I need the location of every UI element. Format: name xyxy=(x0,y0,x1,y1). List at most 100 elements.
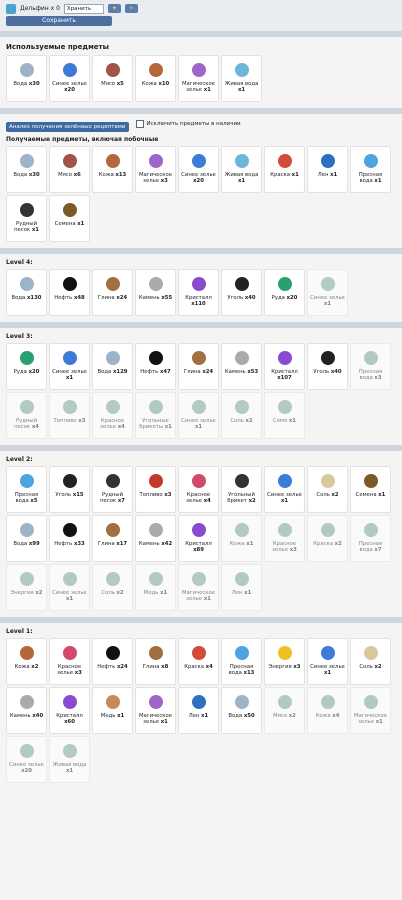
checkbox-box[interactable] xyxy=(136,120,145,128)
item-card[interactable]: Пресная вода x7 xyxy=(350,515,391,562)
item-card[interactable]: Глина x17 xyxy=(92,515,133,562)
item-label: Нефть x24 xyxy=(96,664,128,670)
item-icon xyxy=(363,523,378,537)
item-card[interactable]: Живая вода x1 xyxy=(49,736,90,783)
item-qty: x1 xyxy=(160,590,168,596)
item-card[interactable]: Пресная вода x5 xyxy=(6,466,47,513)
item-card[interactable]: Пресная вода x3 xyxy=(350,343,391,390)
item-card[interactable]: Рудный песок x7 xyxy=(92,466,133,513)
item-card[interactable]: Соль x2 xyxy=(307,466,348,513)
item-card[interactable]: Лен x1 xyxy=(178,687,219,734)
item-card[interactable]: Синее зелье x20 xyxy=(178,146,219,193)
item-card[interactable]: Рудный песок x1 xyxy=(6,195,47,242)
item-card[interactable]: Мясо x2 xyxy=(264,687,305,734)
item-card[interactable]: Топливо x3 xyxy=(49,392,90,439)
item-card[interactable]: Глина x8 xyxy=(135,638,176,685)
item-card[interactable]: Вода x129 xyxy=(92,343,133,390)
item-card[interactable]: Кристалл x110 xyxy=(178,269,219,316)
item-card[interactable]: Нефть x48 xyxy=(49,269,90,316)
item-card[interactable]: Медь x1 xyxy=(92,687,133,734)
item-label: Угольные брикеты x1 xyxy=(136,418,175,430)
item-card[interactable]: Синее зелье x20 xyxy=(6,736,47,783)
item-card[interactable]: Красное зелье x4 xyxy=(92,392,133,439)
item-card[interactable]: Энергия x3 xyxy=(264,638,305,685)
item-card[interactable]: Магическое зелье x3 xyxy=(135,146,176,193)
item-card[interactable]: Уголь x40 xyxy=(221,269,262,316)
item-card[interactable]: Лен x1 xyxy=(221,564,262,611)
item-card[interactable]: Синее зелье x1 xyxy=(307,638,348,685)
item-card[interactable]: Кристалл x89 xyxy=(178,515,219,562)
item-card[interactable]: Пресная вода x1 xyxy=(350,146,391,193)
item-card[interactable]: Кристалл x60 xyxy=(49,687,90,734)
item-card[interactable]: Уголь x40 xyxy=(307,343,348,390)
item-icon xyxy=(363,646,378,660)
item-card[interactable]: Мясо x5 xyxy=(92,55,133,102)
item-card[interactable]: Соль x2 xyxy=(350,638,391,685)
item-card[interactable]: Медь x1 xyxy=(135,564,176,611)
item-card[interactable]: Нефть x33 xyxy=(49,515,90,562)
item-card[interactable]: Вода x30 xyxy=(6,55,47,102)
item-card[interactable]: Камень x53 xyxy=(221,343,262,390)
item-card[interactable]: Кристалл x107 xyxy=(264,343,305,390)
item-card[interactable]: Камень x40 xyxy=(6,687,47,734)
item-card[interactable]: Угольные брикеты x1 xyxy=(135,392,176,439)
key-icon[interactable]: ✧ xyxy=(124,4,138,13)
item-card[interactable]: Синее зелье x1 xyxy=(178,392,219,439)
item-card[interactable]: Краска x2 xyxy=(307,515,348,562)
item-name: Топливо xyxy=(139,492,163,498)
item-card[interactable]: Глина x24 xyxy=(92,269,133,316)
item-card[interactable]: Кожа x13 xyxy=(92,146,133,193)
item-card[interactable]: Живая вода x1 xyxy=(221,146,262,193)
item-card[interactable]: Вода x130 xyxy=(6,269,47,316)
analysis-button[interactable]: Анализ получения зелёнаых рецептами xyxy=(6,122,129,132)
item-card[interactable]: Нефть x47 xyxy=(135,343,176,390)
item-card[interactable]: Мясо x6 xyxy=(49,146,90,193)
item-card[interactable]: Пресная вода x13 xyxy=(221,638,262,685)
item-card[interactable]: Красное зелье x3 xyxy=(264,515,305,562)
item-card[interactable]: Кожа x4 xyxy=(307,687,348,734)
item-card[interactable]: Камень x55 xyxy=(135,269,176,316)
item-card[interactable]: Магическое зелье x1 xyxy=(135,687,176,734)
item-card[interactable]: Камень x42 xyxy=(135,515,176,562)
item-card[interactable]: Семя x1 xyxy=(264,392,305,439)
item-card[interactable]: Кожа x1 xyxy=(221,515,262,562)
item-card[interactable]: Вода x99 xyxy=(6,515,47,562)
item-card[interactable]: Вода x30 xyxy=(6,146,47,193)
item-card[interactable]: Синее зелье x1 xyxy=(49,564,90,611)
item-card[interactable]: Живая вода x1 xyxy=(221,55,262,102)
item-name: Мясо xyxy=(58,172,73,178)
item-qty: x3 xyxy=(374,375,382,381)
item-card[interactable]: Синее зелье x1 xyxy=(307,269,348,316)
item-card[interactable]: Топливо x3 xyxy=(135,466,176,513)
item-card[interactable]: Синее зелье x1 xyxy=(264,466,305,513)
item-card[interactable]: Синее зелье x20 xyxy=(49,55,90,102)
item-card[interactable]: Уголь x15 xyxy=(49,466,90,513)
item-card[interactable]: Вода x50 xyxy=(221,687,262,734)
item-card[interactable]: Угольный брикет x2 xyxy=(221,466,262,513)
item-card[interactable]: Семена x1 xyxy=(350,466,391,513)
item-card[interactable]: Лен x1 xyxy=(307,146,348,193)
item-card[interactable]: Красное зелье x3 xyxy=(49,638,90,685)
item-card[interactable]: Соль x2 xyxy=(221,392,262,439)
item-card[interactable]: Кожа x2 xyxy=(6,638,47,685)
item-card[interactable]: Кожа x10 xyxy=(135,55,176,102)
item-card[interactable]: Энергия x2 xyxy=(6,564,47,611)
item-card[interactable]: Магическое зелье x1 xyxy=(178,564,219,611)
item-card[interactable]: Красное зелье x4 xyxy=(178,466,219,513)
item-card[interactable]: Краска x1 xyxy=(264,146,305,193)
item-card[interactable]: Глина x24 xyxy=(178,343,219,390)
item-card[interactable]: Краска x4 xyxy=(178,638,219,685)
item-card[interactable]: Соль x2 xyxy=(92,564,133,611)
item-card[interactable]: Семена x1 xyxy=(49,195,90,242)
exclude-checkbox[interactable]: Исключить предметы в наличии xyxy=(136,120,241,128)
item-card[interactable]: Магическое зелье x1 xyxy=(178,55,219,102)
action-select[interactable]: Хранить xyxy=(63,3,104,14)
handshake-icon[interactable]: ✦ xyxy=(107,4,121,13)
item-card[interactable]: Синее зелье x1 xyxy=(49,343,90,390)
item-card[interactable]: Руда x20 xyxy=(6,343,47,390)
save-button[interactable]: Сохранить xyxy=(6,16,112,26)
item-card[interactable]: Рудный песок x4 xyxy=(6,392,47,439)
item-card[interactable]: Нефть x24 xyxy=(92,638,133,685)
item-card[interactable]: Магическое зелье x1 xyxy=(350,687,391,734)
item-card[interactable]: Руда x20 xyxy=(264,269,305,316)
